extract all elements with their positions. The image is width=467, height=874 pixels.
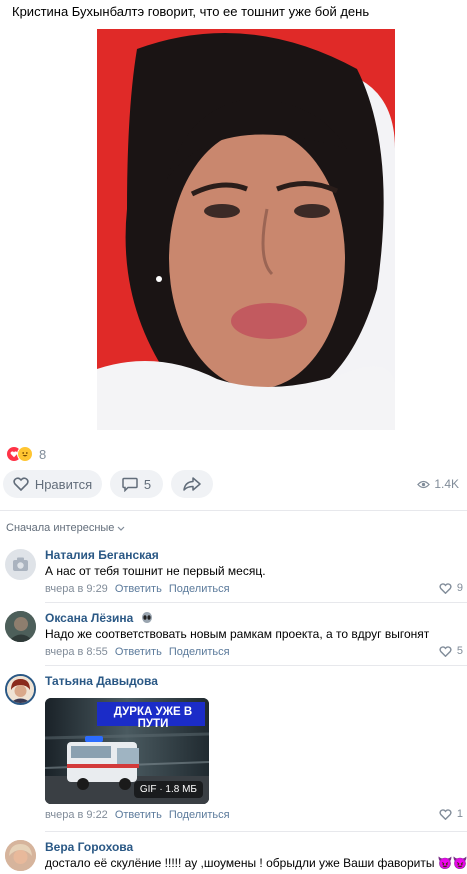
comment-time[interactable]: вчера в 9:22 [45,809,108,821]
laugh-reaction-icon [17,446,33,462]
heart-icon [439,582,452,594]
comment-like-count: 5 [456,645,463,657]
avatar[interactable] [5,674,36,705]
comment-like-count: 9 [456,582,463,594]
comment-meta: вчера в 9:22 Ответить Поделиться [45,809,230,821]
reactions-count: 8 [39,446,47,462]
comment-author[interactable]: Вера Горохова [45,840,133,854]
reply-link[interactable]: Ответить [115,646,162,658]
comment-meta: вчера в 9:29 Ответить Поделиться [45,583,230,595]
like-button[interactable]: Нравится [3,470,102,498]
comment-meta: вчера в 8:55 Ответить Поделиться [45,646,230,658]
gif-caption: ДУРКА УЖЕ В ПУТИ [113,706,193,730]
share-link[interactable]: Поделиться [169,646,230,658]
like-label: Нравится [34,476,93,492]
reply-link[interactable]: Ответить [115,809,162,821]
comment-like-button[interactable]: 1 [439,808,463,820]
post-photo[interactable] [97,29,395,430]
alien-emoji-icon [141,612,153,627]
divider [45,665,467,666]
heart-icon [13,477,29,491]
sort-label: Сначала интересные [6,522,115,534]
share-link[interactable]: Поделиться [169,583,230,595]
profile-photo [5,840,36,871]
comment-button[interactable]: 5 [110,470,163,498]
profile-photo [5,611,36,642]
comment-author[interactable]: Татьяна Давыдова [45,674,158,688]
camera-icon [13,557,28,571]
post-text: Кристина Бухынбалтэ говорит, что ее тошн… [12,4,370,19]
comment-text: А нас от тебя тошнит не первый месяц. [45,564,266,578]
comment-like-button[interactable]: 5 [439,645,463,657]
divider [0,510,467,511]
comment-icon [122,477,138,492]
portrait-image [97,29,395,430]
profile-photo [7,676,34,703]
comment-author[interactable]: Оксана Лёзина [45,611,153,627]
share-icon [183,477,201,491]
comment-text: достало её скулёние !!!!! ау ,шоумены ! … [45,856,467,870]
reply-link[interactable]: Ответить [115,583,162,595]
heart-icon [439,645,452,657]
comments-count: 5 [143,476,152,492]
comment-like-count: 1 [456,808,463,820]
share-link[interactable]: Поделиться [169,809,230,821]
views-counter: 1.4K [417,477,459,491]
reactions-summary[interactable]: 8 [6,445,46,463]
avatar[interactable] [5,840,36,871]
divider [45,602,467,603]
avatar[interactable] [5,611,36,642]
chevron-down-icon [117,526,125,531]
comment-time[interactable]: вчера в 9:29 [45,583,108,595]
avatar[interactable] [5,549,36,580]
comment-like-button[interactable]: 9 [439,582,463,594]
comment-time[interactable]: вчера в 8:55 [45,646,108,658]
comment-item: Наталия Беганская А нас от тебя тошнит н… [0,544,467,602]
views-count: 1.4K [434,477,459,491]
gif-badge: GIF · 1.8 МБ [133,781,203,798]
eye-icon [417,480,431,488]
comment-text: Надо же соответствовать новым рамкам про… [45,627,430,641]
comment-item: Оксана Лёзина Надо же соответствовать но… [0,607,467,665]
comments-sort[interactable]: Сначала интересные [6,522,125,534]
heart-icon [439,808,452,820]
divider [45,831,467,832]
comment-item: Вера Горохова достало её скулёние !!!!! … [0,836,467,874]
comment-author[interactable]: Наталия Беганская [45,548,159,562]
gif-attachment[interactable]: ДУРКА УЖЕ В ПУТИ GIF · 1.8 МБ [45,698,209,804]
share-button[interactable] [171,470,213,498]
